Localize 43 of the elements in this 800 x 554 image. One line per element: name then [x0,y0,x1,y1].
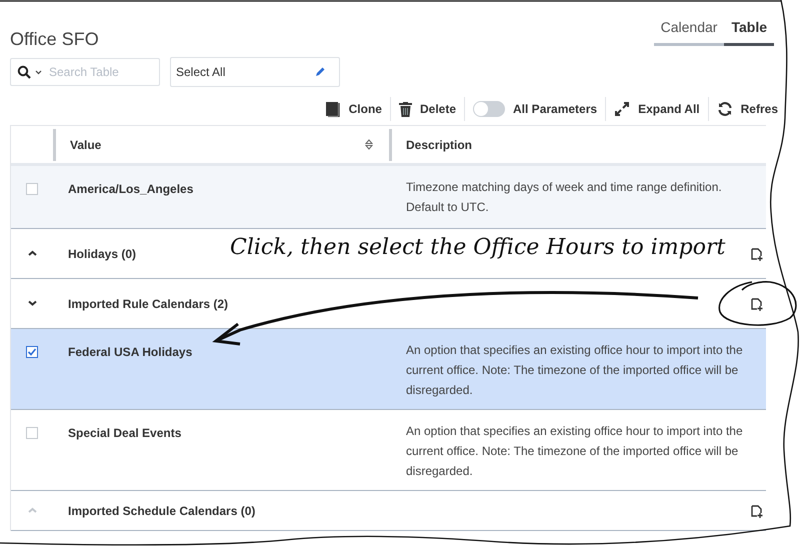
import-icon[interactable] [750,502,764,518]
value-cell-text: Federal USA Holidays [67,344,194,361]
refresh-icon [716,101,733,117]
description-cell-text: An option that specifies an existing office hour to import into the current office. Note: The timezone of the imported office will be disregarded. [405,423,744,480]
caret-icon [35,70,42,74]
expand-icon [614,101,630,117]
search-field[interactable]: Search Table [10,58,160,86]
toolbar-button[interactable]: Delete [398,100,456,118]
page-title: Office SFO [10,28,99,51]
description-cell-text: An option that specifies an existing office hour to import into the current office. Note: The timezone of the imported office will be disregarded. [405,342,744,399]
description-cell-text: Timezone matching days of week and time range definition. Default to UTC. [405,179,723,216]
trash-icon [398,102,412,116]
search-icon [17,65,31,79]
column-header: Description [406,136,472,154]
table-row[interactable]: Federal USA Holidays An option that specifies an existing office hour to import into the current office. Note: The timezone of the imported office will be disregarded. [11,329,766,410]
group-label: Holidays (0) [68,246,136,262]
value-cell-text: Special Deal Events [67,425,182,442]
group-label: Imported Schedule Calendars (0) [68,502,256,520]
toolbar-button[interactable]: Expand All [614,100,700,118]
view-tab[interactable]: Table [724,16,774,46]
toggle-label: All Parameters [513,101,598,118]
row-checkbox[interactable] [26,183,38,195]
import-icon[interactable] [750,246,764,262]
toolbar-button[interactable]: Refres [716,100,778,118]
select-value: Select All [176,64,226,81]
chevron-icon[interactable] [28,300,36,307]
value-cell-text: America/Los_Angeles [67,181,194,198]
toolbar-button[interactable]: Clone [324,100,382,118]
annotation-text: Click, then select the Office Hours to import [230,234,726,262]
table-row[interactable]: America/Los_Angeles Timezone matching days of week and time range definition. Default to UTC. [11,166,766,229]
row-checkbox[interactable] [26,427,38,439]
sort-icon [365,139,373,150]
toggle-switch[interactable] [473,101,506,117]
column-header: Value [70,136,102,154]
select-field[interactable]: Select All [170,57,340,87]
import-icon[interactable] [750,296,764,312]
group-label: Imported Rule Calendars (2) [68,296,228,312]
row-checkbox[interactable] [26,346,38,358]
copy-icon [324,101,341,117]
pencil-icon [314,66,326,78]
chevron-icon[interactable] [28,250,36,257]
view-tab[interactable]: Calendar [654,16,724,46]
search-input[interactable]: Search Table [49,63,149,81]
